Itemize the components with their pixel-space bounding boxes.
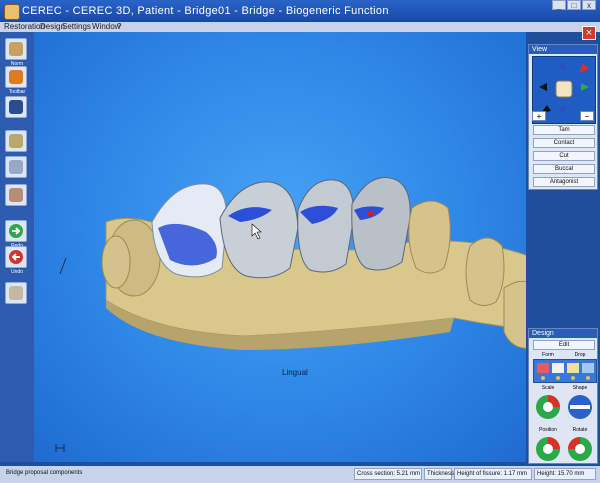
design-edit-button[interactable]: Edit	[533, 340, 595, 350]
rotate-dial-icon	[568, 437, 592, 461]
menu-bar: Restoration Design Settings Window ?	[0, 22, 600, 32]
scale-marker-icon	[55, 444, 65, 452]
arrow-left-icon	[9, 250, 23, 264]
dental-model-render	[55, 177, 526, 452]
view-button-tam[interactable]: Tam	[533, 125, 595, 135]
tooth-model-icon	[9, 134, 23, 148]
zoom-in-button[interactable]: +	[532, 111, 546, 121]
status-thickness: Thickness	[424, 468, 454, 480]
tooth-icon	[9, 42, 23, 56]
design-tool-row	[533, 359, 597, 383]
view-panel-title: View	[529, 45, 597, 54]
status-height: Height: 15.70 mm	[534, 468, 596, 480]
arrow-right-icon	[9, 224, 23, 238]
scale-shape-controls[interactable]	[533, 392, 595, 422]
axis-marker-left	[59, 257, 67, 275]
view-button-antagonist[interactable]: Antagonist	[533, 177, 595, 187]
crown-4	[351, 177, 411, 271]
left-molar-2	[101, 235, 131, 289]
toolbar-button[interactable]	[5, 66, 27, 88]
app-icon	[4, 4, 20, 20]
orientation-label: Lingual	[282, 368, 308, 377]
title-bar: CEREC - CEREC 3D, Patient - Bridge01 - B…	[0, 0, 600, 22]
tool-button-6[interactable]	[5, 184, 27, 206]
position-dial-icon	[536, 437, 560, 461]
status-cross-section: Cross section: 5.21 mm	[354, 468, 422, 480]
design-panel: Design Edit Form Drop Scale Shape Positi…	[528, 328, 598, 464]
bridge-icon	[9, 188, 23, 202]
right-tooth-3	[503, 280, 526, 349]
shape-dial-icon	[568, 395, 592, 419]
left-toolbar: Norm Toolbar Redo Undo	[0, 32, 35, 462]
zoom-out-button[interactable]: −	[580, 111, 594, 121]
drop-label: Drop	[574, 352, 586, 358]
position-rotate-controls[interactable]	[533, 434, 595, 464]
close-document-button[interactable]: ×	[582, 26, 596, 40]
view-panel: View + − Tam Contact Cut Buccal Antagoni…	[528, 44, 598, 190]
model-preview-icon	[9, 286, 23, 300]
crown-icon	[9, 70, 23, 84]
redo-button[interactable]	[5, 220, 27, 242]
minimize-button[interactable]: _	[552, 0, 566, 10]
tool-button-9[interactable]	[5, 282, 27, 304]
scale-label: Scale	[541, 385, 555, 391]
cerec-window: CEREC - CEREC 3D, Patient - Bridge01 - B…	[0, 0, 600, 483]
menu-help[interactable]: ?	[117, 22, 121, 31]
crown-4-marker	[368, 211, 374, 215]
window-title: CEREC - CEREC 3D, Patient - Bridge01 - B…	[22, 5, 389, 17]
maximize-button[interactable]: □	[567, 0, 581, 10]
crown-3	[297, 179, 355, 273]
status-bar: Bridge proposal components Cross section…	[0, 466, 600, 483]
scale-dial-icon	[536, 395, 560, 419]
crown-tool-icon	[9, 160, 23, 174]
right-tooth-1	[408, 200, 451, 274]
status-height-of-fissure: Height of fissure: 1.17 mm	[454, 468, 532, 480]
close-window-button[interactable]: x	[582, 0, 596, 10]
shape-label: Shape	[572, 385, 588, 391]
toolbar-label: Toolbar	[8, 89, 26, 95]
form-label: Form	[542, 352, 554, 358]
undo-button[interactable]	[5, 246, 27, 268]
rotate-label: Rotate	[572, 427, 588, 433]
view-button-cut[interactable]: Cut	[533, 151, 595, 161]
tool-button-4[interactable]	[5, 130, 27, 152]
menu-settings[interactable]: Settings	[62, 22, 91, 31]
undo-label: Undo	[11, 269, 23, 275]
view-button-contact[interactable]: Contact	[533, 138, 595, 148]
menu-restoration[interactable]: Restoration	[4, 22, 45, 31]
design-tools-icons	[537, 363, 594, 380]
right-tooth-2	[465, 237, 505, 306]
view-button-buccal[interactable]: Buccal	[533, 164, 595, 174]
tool-button-5[interactable]	[5, 156, 27, 178]
position-label: Position	[539, 427, 557, 433]
design-panel-title: Design	[529, 329, 597, 338]
disk-icon	[9, 100, 23, 114]
norm-button[interactable]	[5, 38, 27, 60]
save-button[interactable]	[5, 96, 27, 118]
status-text: Bridge proposal components	[6, 470, 83, 476]
3d-viewport[interactable]: Lingual	[34, 32, 526, 462]
